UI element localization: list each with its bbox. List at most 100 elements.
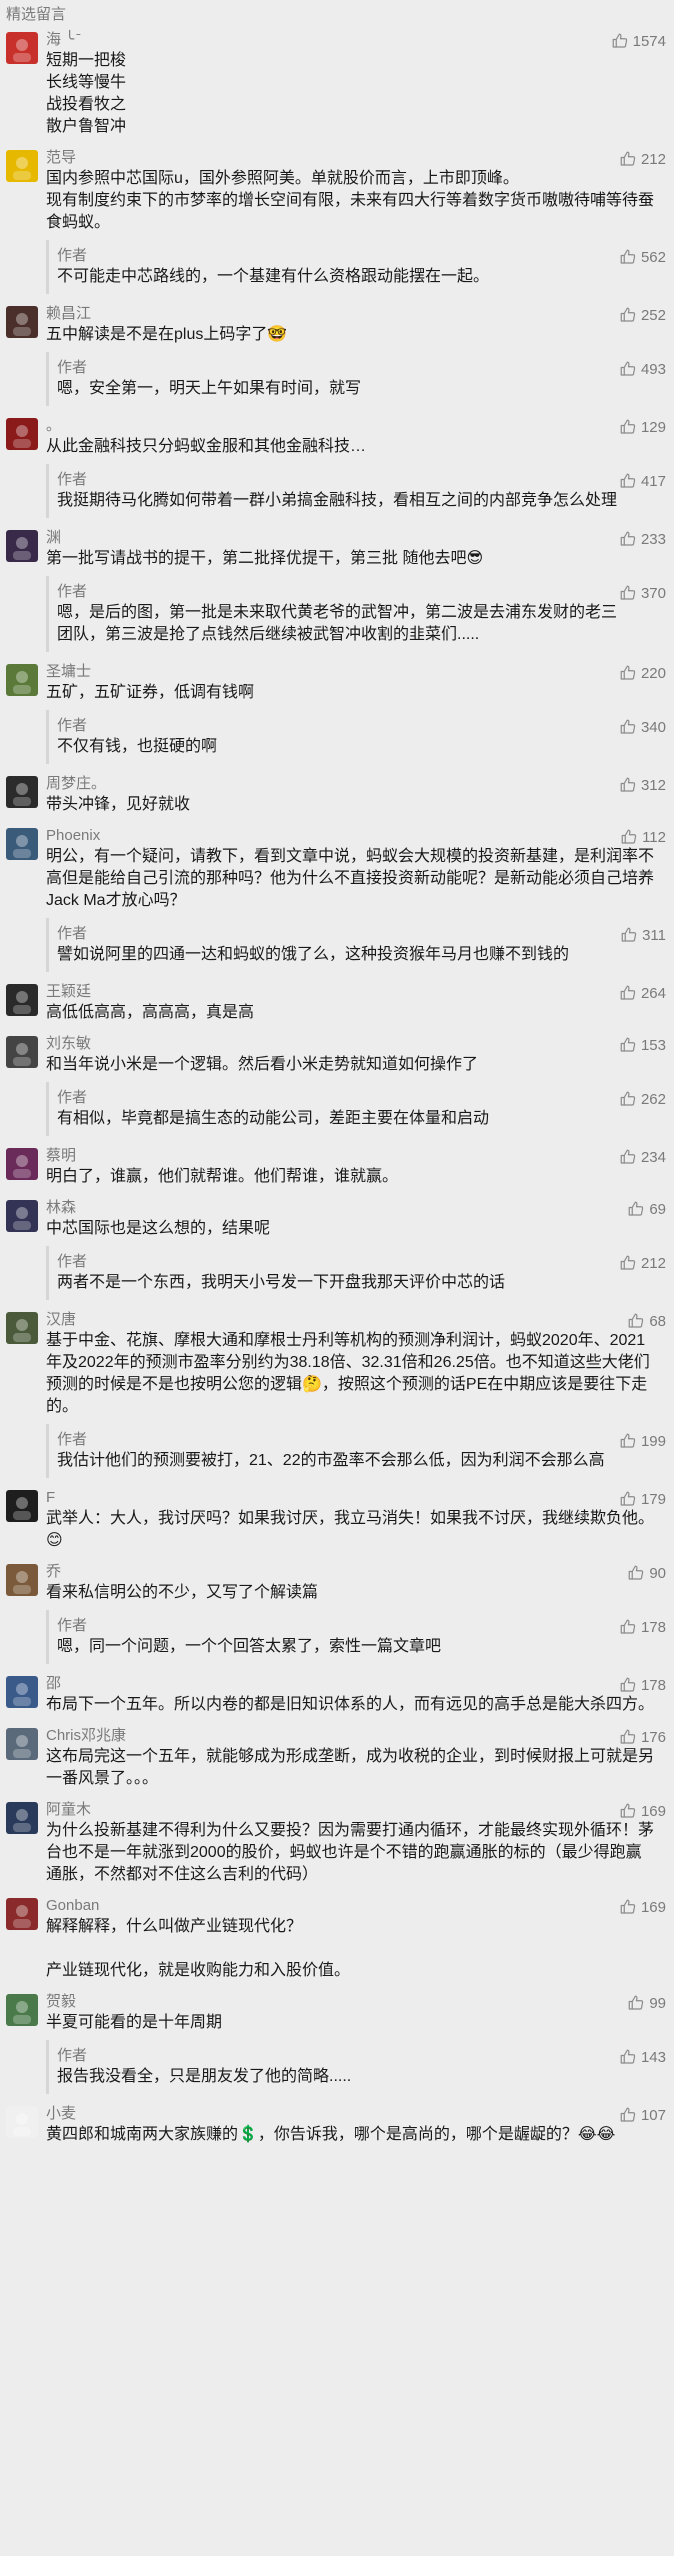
reply-like-button[interactable]: 311 [620, 924, 666, 946]
thumb-up-icon [619, 150, 641, 168]
reply-like-button[interactable]: 340 [619, 716, 666, 738]
like-button[interactable]: 252 [619, 304, 666, 326]
like-count: 212 [640, 1254, 666, 1272]
thumb-up-icon [619, 1802, 641, 1820]
comment-item: 贺毅 99 半夏可能看的是十年周期 作者 143 报告我没看全，只是朋友发了他的简略...… [0, 1992, 674, 2104]
reply-like-button[interactable]: 417 [619, 470, 666, 492]
like-button[interactable]: 176 [619, 1726, 666, 1748]
avatar[interactable] [6, 2106, 38, 2138]
author-reply: 作者 417 我挺期待马化腾如何带着一群小弟搞金融科技，看相互之间的内部竞争怎么处理 [46, 464, 666, 518]
comment-item: F 179 武举人：大人，我讨厌吗？如果我讨厌，我立马消失！如果我不讨厌，我继续欺负… [0, 1488, 674, 1562]
reply-text: 嗯，同一个问题，一个个回答太累了，索性一篇文章吧 [57, 1638, 442, 1655]
comment-item: 渊 233 第一批写请战书的提干，第二批择优提干，第三批 随他去吧😎 作者 370 嗯，是… [0, 528, 674, 662]
like-button[interactable]: 1574 [611, 30, 666, 52]
avatar[interactable] [6, 1312, 38, 1344]
commenter-name: 刘东敏 [46, 1035, 92, 1052]
like-button[interactable]: 234 [619, 1146, 666, 1168]
avatar[interactable] [6, 1994, 38, 2026]
like-count: 176 [640, 1728, 666, 1746]
thumb-up-icon [619, 1254, 641, 1272]
like-count: 129 [640, 418, 666, 436]
reply-text: 两者不是一个东西，我明天小号发一下开盘我那天评价中芯的话 [57, 1274, 506, 1291]
like-count: 562 [640, 248, 666, 266]
avatar[interactable] [6, 306, 38, 338]
avatar[interactable] [6, 530, 38, 562]
comment-text: 解释解释，什么叫做产业链现代化？ 产业链现代化，就是收购能力和入股价值。 [46, 1918, 351, 1979]
reply-like-button[interactable]: 262 [619, 1088, 666, 1110]
like-button[interactable]: 264 [619, 982, 666, 1004]
like-button[interactable]: 112 [620, 826, 666, 848]
avatar[interactable] [6, 1148, 38, 1180]
like-button[interactable]: 178 [619, 1674, 666, 1696]
avatar[interactable] [6, 32, 38, 64]
avatar[interactable] [6, 1802, 38, 1834]
like-button[interactable]: 233 [619, 528, 666, 550]
like-button[interactable]: 179 [619, 1488, 666, 1510]
like-button[interactable]: 129 [619, 416, 666, 438]
comment-text: 为什么投新基建不得利为什么又要投？因为需要打通内循环，才能最终实现外循环！茅台也… [46, 1822, 655, 1883]
reply-text: 报告我没看全，只是朋友发了他的简略..... [57, 2068, 352, 2085]
like-count: 90 [649, 1564, 666, 1582]
like-button[interactable]: 90 [627, 1562, 666, 1584]
like-button[interactable]: 153 [619, 1034, 666, 1056]
avatar[interactable] [6, 1564, 38, 1596]
like-count: 1574 [632, 32, 666, 50]
reply-like-button[interactable]: 562 [619, 246, 666, 268]
like-count: 112 [642, 828, 666, 846]
avatar[interactable] [6, 828, 38, 860]
commenter-name: 赖昌江 [46, 305, 92, 322]
comment-item: 乔 90 看来私信明公的不少，又写了个解读篇 作者 178 嗯，同一个问题，一个个回答太累… [0, 1562, 674, 1674]
avatar[interactable] [6, 1490, 38, 1522]
avatar[interactable] [6, 1200, 38, 1232]
like-button[interactable]: 169 [619, 1800, 666, 1822]
reply-like-button[interactable]: 493 [619, 358, 666, 380]
comment-item: 王颖廷 264 高低低高高，高高高，真是高 [0, 982, 674, 1034]
avatar[interactable] [6, 150, 38, 182]
avatar[interactable] [6, 984, 38, 1016]
like-button[interactable]: 68 [627, 1310, 666, 1332]
reply-author-label: 作者 [57, 359, 88, 376]
reply-like-button[interactable]: 199 [619, 1430, 666, 1452]
avatar[interactable] [6, 1036, 38, 1068]
reply-text: 不仅有钱，也挺硬的啊 [57, 738, 218, 755]
reply-text: 譬如说阿里的四通一达和蚂蚁的饿了么，这种投资猴年马月也赚不到钱的 [57, 946, 570, 963]
thumb-up-icon [627, 1564, 649, 1582]
comment-text: 基于中金、花旗、摩根大通和摩根士丹利等机构的预测净利润计，蚂蚁2020年、202… [46, 1332, 650, 1415]
commenter-name: 王颖廷 [46, 983, 92, 1000]
comment-text: 半夏可能看的是十年周期 [46, 2014, 223, 2031]
avatar[interactable] [6, 418, 38, 450]
like-button[interactable]: 69 [627, 1198, 666, 1220]
reply-like-button[interactable]: 370 [619, 582, 666, 604]
reply-like-button[interactable]: 212 [619, 1252, 666, 1274]
avatar[interactable] [6, 1898, 38, 1930]
avatar[interactable] [6, 664, 38, 696]
commenter-name: Chris邓兆康 [46, 1727, 127, 1744]
author-reply: 作者 493 嗯，安全第一，明天上午如果有时间，就写 [46, 352, 666, 406]
thumb-up-icon [619, 1728, 641, 1746]
avatar[interactable] [6, 1728, 38, 1760]
like-button[interactable]: 107 [619, 2104, 666, 2126]
comment-item: 。 129 从此金融科技只分蚂蚁金服和其他金融科技… 作者 417 我挺期待马化腾如何带着… [0, 416, 674, 528]
reply-like-button[interactable]: 143 [619, 2046, 666, 2068]
thumb-up-icon [619, 1490, 641, 1508]
like-count: 169 [640, 1802, 666, 1820]
commenter-name: 范导 [46, 149, 77, 166]
reply-author-label: 作者 [57, 1253, 88, 1270]
comment-item: 周梦庄。 312 带头冲锋，见好就收 [0, 774, 674, 826]
avatar[interactable] [6, 1676, 38, 1708]
commenter-name: 林森 [46, 1199, 77, 1216]
author-reply: 作者 212 两者不是一个东西，我明天小号发一下开盘我那天评价中芯的话 [46, 1246, 666, 1300]
avatar[interactable] [6, 776, 38, 808]
comment-item: Phoenix 112 明公，有一个疑问，请教下，看到文章中说，蚂蚁会大规模的投资新… [0, 826, 674, 982]
like-button[interactable]: 312 [619, 774, 666, 796]
like-button[interactable]: 220 [619, 662, 666, 684]
like-button[interactable]: 99 [627, 1992, 666, 2014]
like-button[interactable]: 169 [619, 1896, 666, 1918]
like-count: 99 [649, 1994, 666, 2012]
like-count: 311 [642, 926, 666, 944]
reply-like-button[interactable]: 178 [619, 1616, 666, 1638]
like-button[interactable]: 212 [619, 148, 666, 170]
like-count: 199 [640, 1432, 666, 1450]
comment-text: 这布局完这一个五年，就能够成为形成垄断，成为收税的企业，到时候财报上可就是另一番… [46, 1748, 655, 1787]
thumb-up-icon [619, 1618, 641, 1636]
